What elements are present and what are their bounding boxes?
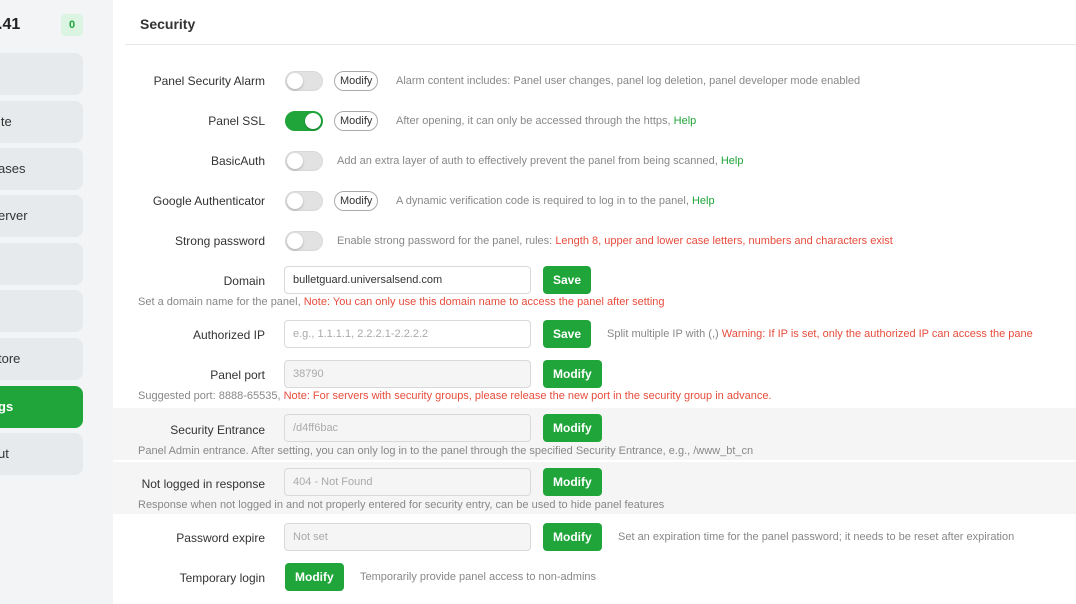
google-auth-modify-button[interactable]: Modify xyxy=(334,191,379,211)
sidebar-item-6[interactable] xyxy=(0,290,83,332)
password-expire-label: Password expire xyxy=(176,531,265,545)
row-basic-auth: BasicAuth Add an extra layer of auth to … xyxy=(113,150,1076,172)
row-security-entrance: Security Entrance /d4ff6bac Modify Panel… xyxy=(113,408,1076,460)
authorized-ip-label: Authorized IP xyxy=(192,328,265,342)
security-entrance-label: Security Entrance xyxy=(170,423,265,437)
basic-auth-label: BasicAuth xyxy=(210,154,265,168)
password-expire-desc: Set an expiration time for the panel pas… xyxy=(618,531,1015,543)
basic-auth-toggle[interactable] xyxy=(285,151,323,171)
sidebar-item-logout[interactable]: ut xyxy=(0,433,83,475)
sidebar-item-label: tore xyxy=(0,351,21,366)
basic-auth-desc: Add an extra layer of auth to effectivel… xyxy=(337,155,743,167)
password-expire-modify-button[interactable]: Modify xyxy=(543,523,602,551)
sidebar-item-label: ases xyxy=(0,161,26,176)
sidebar-item-store[interactable]: tore xyxy=(0,338,83,380)
panel-ssl-help-link[interactable]: Help xyxy=(674,115,697,127)
authorized-ip-input[interactable]: e.g., 1.1.1.1, 2.2.2.1-2.2.2.2 xyxy=(284,320,531,348)
security-alarm-desc: Alarm content includes: Panel user chang… xyxy=(396,75,861,87)
sidebar-item-label: gs xyxy=(0,399,14,414)
page-title: Security xyxy=(140,16,196,32)
sidebar-item-label: ite xyxy=(0,114,12,129)
toggle-knob xyxy=(287,153,303,169)
row-google-auth: Google Authenticator Modify A dynamic ve… xyxy=(113,190,1076,212)
temp-login-modify-button[interactable]: Modify xyxy=(285,563,344,591)
domain-label: Domain xyxy=(223,274,265,288)
security-entrance-sub: Panel Admin entrance. After setting, you… xyxy=(138,445,754,457)
toggle-knob xyxy=(287,73,303,89)
row-password-expire: Password expire Not set Modify Set an ex… xyxy=(113,523,1076,551)
google-auth-help-link[interactable]: Help xyxy=(692,195,715,207)
panel-port-label: Panel port xyxy=(210,368,265,382)
google-auth-desc: A dynamic verification code is required … xyxy=(396,195,715,207)
panel-ssl-desc: After opening, it can only be accessed t… xyxy=(396,115,696,127)
authorized-ip-warning: Warning: If IP is set, only the authoriz… xyxy=(721,328,1033,340)
panel-port-input[interactable]: 38790 xyxy=(284,360,531,388)
row-strong-password: Strong password Enable strong password f… xyxy=(113,230,1076,252)
strong-password-rules: Length 8, upper and lower case letters, … xyxy=(555,235,893,247)
panel-port-modify-button[interactable]: Modify xyxy=(543,360,602,388)
sidebar-item-server[interactable]: erver xyxy=(0,195,83,237)
domain-sub-text: Set a domain name for the panel, xyxy=(138,296,301,308)
password-expire-input[interactable]: Not set xyxy=(284,523,531,551)
row-authorized-ip: Authorized IP e.g., 1.1.1.1, 2.2.2.1-2.2… xyxy=(113,320,1076,348)
basic-auth-help-link[interactable]: Help xyxy=(721,155,744,167)
divider xyxy=(125,44,1076,45)
toggle-knob xyxy=(287,193,303,209)
row-not-logged: Not logged in response 404 - Not Found M… xyxy=(113,462,1076,514)
row-domain: Domain bulletguard.universalsend.com Sav… xyxy=(113,266,1076,314)
google-auth-label: Google Authenticator xyxy=(152,194,265,208)
server-ip: .41 xyxy=(0,16,21,33)
panel-ssl-modify-button[interactable]: Modify xyxy=(334,111,379,131)
sidebar-item-settings[interactable]: gs xyxy=(0,386,83,428)
panel-ssl-label: Panel SSL xyxy=(208,114,265,128)
domain-save-button[interactable]: Save xyxy=(543,266,592,294)
panel-port-sub: Suggested port: 8888-65535, Note: For se… xyxy=(138,390,772,402)
panel-port-sub-text: Suggested port: 8888-65535, xyxy=(138,390,281,402)
panel-ssl-desc-text: After opening, it can only be accessed t… xyxy=(396,115,671,127)
toggle-knob xyxy=(305,113,321,129)
panel-ssl-toggle[interactable] xyxy=(285,111,323,131)
row-security-alarm: Panel Security Alarm Modify Alarm conten… xyxy=(113,70,1076,92)
google-auth-desc-text: A dynamic verification code is required … xyxy=(396,195,689,207)
sidebar-item-databases[interactable]: ases xyxy=(0,148,83,190)
not-logged-label: Not logged in response xyxy=(141,477,265,491)
security-alarm-modify-button[interactable]: Modify xyxy=(334,71,379,91)
sidebar-item-home[interactable] xyxy=(0,53,83,95)
not-logged-sub: Response when not logged in and not prop… xyxy=(138,499,665,511)
temp-login-desc: Temporarily provide panel access to non-… xyxy=(360,571,597,583)
sidebar-item-label: ut xyxy=(0,446,9,461)
status-badge[interactable]: 0 xyxy=(61,14,83,36)
security-entrance-modify-button[interactable]: Modify xyxy=(543,414,602,442)
sidebar-item-website[interactable]: ite xyxy=(0,101,83,143)
toggle-knob xyxy=(287,233,303,249)
strong-password-label: Strong password xyxy=(174,234,265,248)
not-logged-modify-button[interactable]: Modify xyxy=(543,468,602,496)
strong-password-toggle[interactable] xyxy=(285,231,323,251)
panel-port-note: Note: For servers with security groups, … xyxy=(283,390,772,402)
main-panel: Security Panel Security Alarm Modify Ala… xyxy=(113,0,1076,604)
security-entrance-input[interactable]: /d4ff6bac xyxy=(284,414,531,442)
authorized-ip-save-button[interactable]: Save xyxy=(543,320,592,348)
sidebar-item-label: erver xyxy=(0,208,28,223)
sidebar: .41 0 ite ases erver tore gs ut xyxy=(0,0,97,604)
sidebar-item-5[interactable] xyxy=(0,243,83,285)
temp-login-label: Temporary login xyxy=(179,571,265,585)
google-auth-toggle[interactable] xyxy=(285,191,323,211)
row-temp-login: Temporary login Modify Temporarily provi… xyxy=(113,563,1076,591)
authorized-ip-desc-text: Split multiple IP with (,) xyxy=(607,328,719,340)
security-alarm-toggle[interactable] xyxy=(285,71,323,91)
strong-password-desc: Enable strong password for the panel, ru… xyxy=(337,235,893,247)
strong-password-desc-text: Enable strong password for the panel, ru… xyxy=(337,235,553,247)
domain-sub: Set a domain name for the panel, Note: Y… xyxy=(138,296,665,308)
row-panel-port: Panel port 38790 Modify Suggested port: … xyxy=(113,360,1076,404)
authorized-ip-desc: Split multiple IP with (,) Warning: If I… xyxy=(607,328,1033,340)
row-panel-ssl: Panel SSL Modify After opening, it can o… xyxy=(113,110,1076,132)
domain-note: Note: You can only use this domain name … xyxy=(303,296,665,308)
security-alarm-label: Panel Security Alarm xyxy=(153,74,265,88)
sidebar-header: .41 0 xyxy=(0,14,97,38)
basic-auth-desc-text: Add an extra layer of auth to effectivel… xyxy=(337,155,718,167)
not-logged-input[interactable]: 404 - Not Found xyxy=(284,468,531,496)
domain-input[interactable]: bulletguard.universalsend.com xyxy=(284,266,531,294)
